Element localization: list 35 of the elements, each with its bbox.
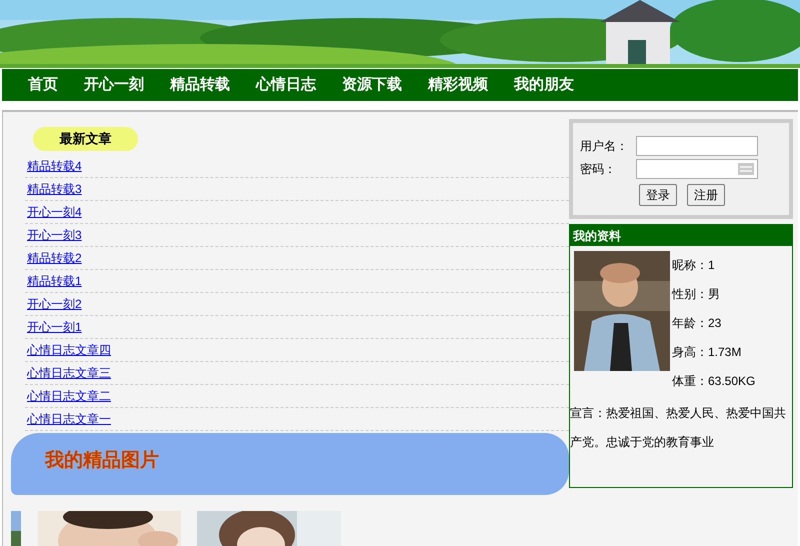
username-field[interactable] [636, 136, 758, 156]
profile-field: 身高：1.73M [672, 338, 756, 367]
article-link[interactable]: 开心一刻2 [27, 295, 82, 313]
motto-text: 宣言：热爱祖国、热爱人民、热爱中国共产党。忠诚于党的教育事业 [570, 405, 787, 451]
article-link[interactable]: 精品转载2 [27, 249, 82, 267]
banner-title: 我的精品图片 [45, 449, 159, 473]
profile-field: 体重：63.50KG [672, 367, 756, 396]
nav-link[interactable]: 开心一刻 [84, 74, 144, 96]
article-link[interactable]: 心情日志文章三 [27, 364, 111, 382]
field-label: 用户名： [580, 138, 629, 155]
nav-link[interactable]: 资源下载 [342, 74, 402, 96]
article-link[interactable]: 心情日志文章四 [27, 341, 111, 359]
nav-link[interactable]: 首页 [28, 74, 58, 96]
article-link[interactable]: 精品转载3 [27, 180, 82, 198]
form-button[interactable]: 注册 [687, 184, 725, 206]
article-link[interactable]: 心情日志文章一 [27, 410, 111, 428]
nav-link[interactable]: 心情日志 [256, 74, 316, 96]
article-link[interactable]: 心情日志文章二 [27, 387, 111, 405]
profile-field: 年龄：23 [672, 309, 756, 338]
article-link[interactable]: 精品转载1 [27, 272, 82, 290]
nav-link[interactable]: 精品转载 [170, 74, 230, 96]
keyboard-icon [738, 163, 754, 175]
section-heading: 最新文章 [33, 127, 138, 151]
article-link[interactable]: 精品转载4 [27, 157, 82, 175]
article-link[interactable]: 开心一刻1 [27, 318, 82, 336]
panel-title: 我的资料 [570, 225, 792, 246]
profile-field: 昵称：1 [672, 251, 756, 280]
profile-field: 性别：男 [672, 280, 756, 309]
nav-link[interactable]: 我的朋友 [514, 74, 574, 96]
form-button[interactable]: 登录 [639, 184, 677, 206]
field-label: 密码： [580, 161, 617, 178]
password-field[interactable] [636, 159, 758, 179]
article-link[interactable]: 开心一刻3 [27, 226, 82, 244]
article-link[interactable]: 开心一刻4 [27, 203, 82, 221]
nav-link[interactable]: 精彩视频 [428, 74, 488, 96]
